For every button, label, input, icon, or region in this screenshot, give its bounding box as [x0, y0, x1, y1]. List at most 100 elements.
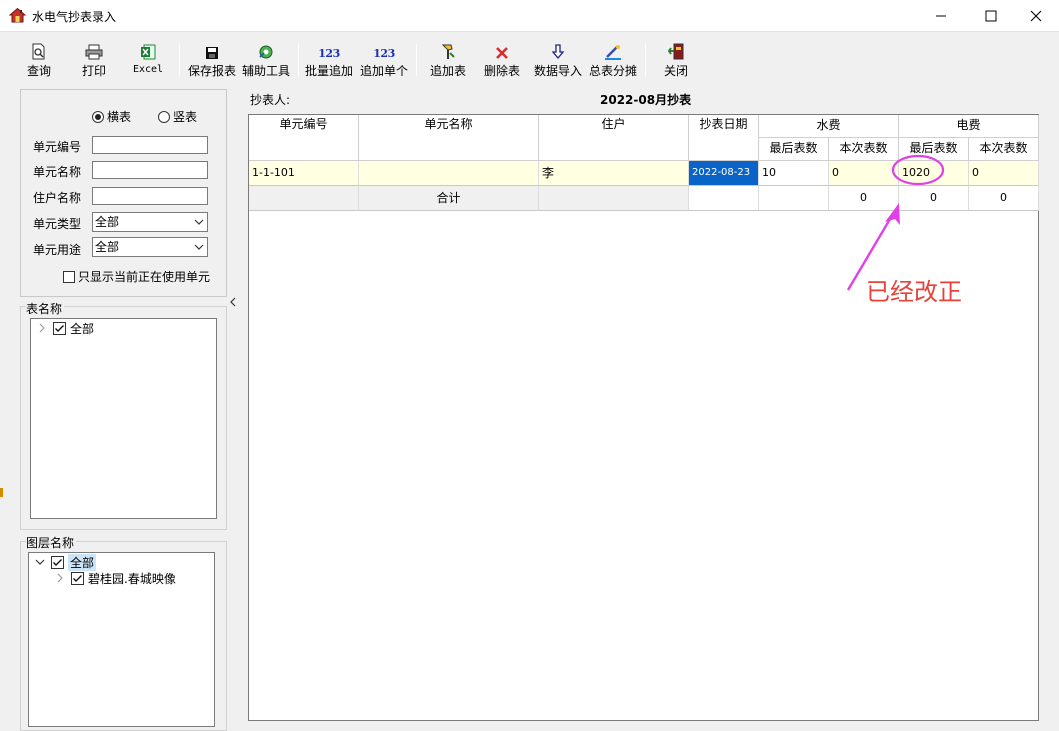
cell-water-current[interactable]: 0 [829, 161, 899, 186]
print-button[interactable]: 打印 [77, 42, 111, 80]
checkbox-empty-icon [63, 270, 75, 283]
header-label: 最后表数 [769, 141, 818, 155]
unit-use-label: 单元用途 [33, 243, 82, 257]
window-title: 水电气抄表录入 [32, 10, 117, 24]
header-electric-last[interactable]: 最后表数 [899, 138, 969, 161]
unit-use-value: 全部 [95, 240, 120, 254]
toolbar-separator [298, 44, 299, 76]
cell-electric-last[interactable]: 1020 [899, 161, 969, 186]
cell-unit-code[interactable]: 1-1-101 [249, 161, 359, 186]
tree-item-label: 全部 [70, 321, 95, 336]
layer-tree: 全部 碧桂园.春城映像 [28, 552, 215, 727]
close-window-button[interactable] [1013, 0, 1059, 32]
meter-name-group-label: 表名称 [26, 300, 65, 317]
tree-item-all-meters[interactable]: 全部 [37, 320, 94, 336]
delete-meter-button[interactable]: 删除表 [482, 42, 522, 80]
meter-reader-label: 抄表人: [250, 93, 291, 107]
resident-name-input[interactable] [92, 187, 208, 205]
tree-item-layer-child[interactable]: 碧桂园.春城映像 [55, 570, 176, 586]
header-electric-group: 电费 [899, 115, 1039, 138]
meter-allocation-button[interactable]: 总表分摊 [588, 42, 638, 80]
chevron-right-icon[interactable] [37, 323, 47, 333]
meter-grid: 单元编号 单元名称 住户 抄表日期 水费 电费 最后表数 本次表数 最后表数 本… [248, 114, 1039, 721]
tree-item-label: 碧桂园.春城映像 [88, 571, 176, 586]
delete-meter-label: 删除表 [483, 64, 520, 78]
layer-name-group-label: 图层名称 [26, 534, 77, 551]
delete-x-icon [496, 47, 508, 59]
maximize-icon [985, 10, 997, 22]
search-icon [32, 43, 45, 60]
close-label: 关闭 [663, 64, 688, 78]
toolbar-separator [416, 44, 417, 76]
unit-code-input[interactable] [92, 136, 208, 154]
unit-name-label: 单元名称 [33, 165, 82, 179]
excel-label: Excel [132, 64, 164, 75]
grid-panel: 抄表人: 2022-08月抄表 单元编号 单元名称 住户 抄表日期 水费 电费 … [248, 89, 1059, 721]
meter-allocation-label: 总表分摊 [588, 64, 637, 78]
header-label: 抄表日期 [699, 117, 748, 131]
close-button[interactable]: 关闭 [660, 42, 692, 80]
cell-read-date[interactable]: 2022-08-23 [689, 161, 759, 186]
total-electric-last: 0 [899, 186, 969, 211]
query-button[interactable]: 查询 [22, 42, 56, 80]
data-import-label: 数据导入 [533, 64, 582, 78]
import-icon [552, 44, 564, 60]
unit-use-select[interactable]: 全部 [92, 237, 208, 257]
add-meter-button[interactable]: 追加表 [428, 42, 468, 80]
only-in-use-label: 只显示当前正在使用单元 [78, 270, 211, 284]
aux-tools-label: 辅助工具 [241, 64, 290, 78]
cell-water-last[interactable]: 10 [759, 161, 829, 186]
add-single-button[interactable]: 123 追加单个 [359, 42, 409, 80]
save-icon [206, 47, 218, 59]
batch-add-label: 批量追加 [304, 64, 353, 78]
header-unit-code[interactable]: 单元编号 [249, 115, 359, 161]
filter-panel: 横表 竖表 单元编号 单元名称 住户名称 单元类型 全部 单元用途 全部 只显示… [20, 89, 227, 731]
data-import-button[interactable]: 数据导入 [533, 42, 583, 80]
aux-tools-button[interactable]: 辅助工具 [241, 42, 291, 80]
batch-add-button[interactable]: 123 批量追加 [304, 42, 354, 80]
radio-vertical[interactable]: 竖表 [158, 108, 197, 125]
unit-type-select[interactable]: 全部 [92, 212, 208, 232]
excel-button[interactable]: Excel [130, 42, 166, 80]
header-label: 水费 [816, 118, 841, 132]
cell-resident[interactable]: 李 [539, 161, 689, 186]
cell-electric-current[interactable]: 0 [969, 161, 1039, 186]
only-in-use-checkbox[interactable]: 只显示当前正在使用单元 [63, 268, 210, 285]
header-water-group: 水费 [759, 115, 899, 138]
save-report-button[interactable]: 保存报表 [187, 42, 237, 80]
collapse-panel-icon[interactable] [229, 296, 237, 308]
close-icon [1030, 10, 1042, 22]
total-label: 合计 [359, 186, 539, 211]
add-meter-label: 追加表 [429, 64, 466, 78]
checkbox-checked-icon[interactable] [53, 321, 66, 335]
minimize-icon [936, 15, 946, 17]
checkbox-checked-icon[interactable] [71, 571, 84, 585]
total-cell-empty [689, 186, 759, 211]
title-bar: 水电气抄表录入 [0, 0, 1059, 32]
toolbar-separator [645, 44, 646, 76]
checkbox-checked-icon[interactable] [51, 555, 64, 569]
add-single-label: 追加单个 [359, 64, 408, 78]
maximize-button[interactable] [968, 0, 1014, 32]
header-water-last[interactable]: 最后表数 [759, 138, 829, 161]
header-label: 单元编号 [279, 117, 328, 131]
filter-box: 横表 竖表 单元编号 单元名称 住户名称 单元类型 全部 单元用途 全部 只显示… [20, 89, 227, 297]
header-electric-current[interactable]: 本次表数 [969, 138, 1039, 161]
tree-item-all-layers[interactable]: 全部 [35, 553, 97, 571]
minimize-button[interactable] [918, 0, 964, 32]
tree-item-label: 全部 [68, 553, 97, 571]
header-water-current[interactable]: 本次表数 [829, 138, 899, 161]
header-label: 单元名称 [424, 117, 473, 131]
header-label: 本次表数 [979, 141, 1028, 155]
header-resident[interactable]: 住户 [539, 115, 689, 161]
chevron-right-icon[interactable] [55, 573, 65, 583]
header-unit-name[interactable]: 单元名称 [359, 115, 539, 161]
radio-horizontal[interactable]: 横表 [92, 108, 131, 125]
cell-unit-name[interactable] [359, 161, 539, 186]
radio-circle-icon [158, 110, 170, 123]
meter-tree: 全部 [30, 318, 217, 519]
header-read-date[interactable]: 抄表日期 [689, 115, 759, 161]
chevron-down-icon[interactable] [35, 557, 45, 567]
toolbar-separator [179, 44, 180, 76]
unit-name-input[interactable] [92, 161, 208, 179]
